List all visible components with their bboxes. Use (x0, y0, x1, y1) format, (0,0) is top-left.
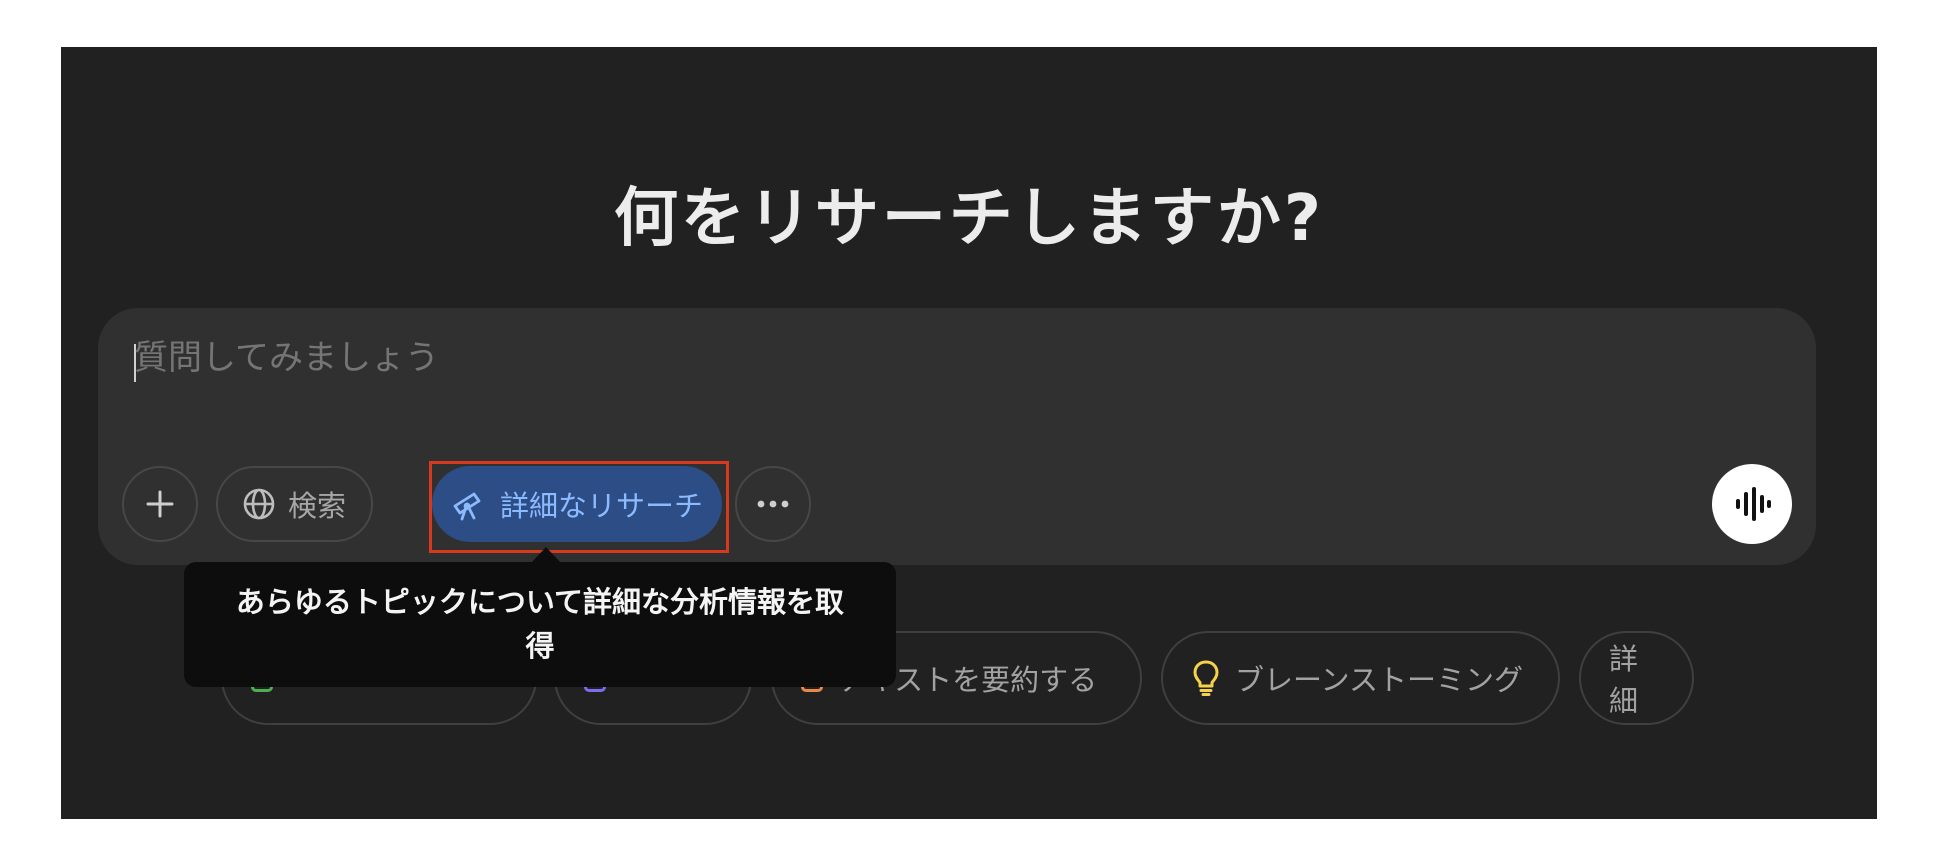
suggestion-chip-more[interactable]: 詳細 (1579, 631, 1694, 725)
globe-icon (243, 488, 275, 520)
suggestion-chip-brainstorm[interactable]: ブレーンストーミング (1161, 631, 1560, 725)
deep-research-button[interactable]: 詳細なリサーチ (432, 466, 722, 542)
deep-research-label: 詳細なリサーチ (500, 489, 704, 523)
lightbulb-icon (1193, 660, 1219, 696)
app-window: 何をリサーチしますか? 検索 詳細 (61, 47, 1877, 819)
ellipsis-icon (757, 500, 789, 508)
more-suggestions-label: 詳細 (1609, 642, 1639, 718)
add-button[interactable] (122, 466, 198, 542)
more-tools-button[interactable] (735, 466, 811, 542)
page-title: 何をリサーチしますか? (613, 182, 1325, 256)
prompt-input[interactable] (134, 338, 1634, 378)
composer: 検索 詳細なリサーチ (98, 308, 1816, 565)
search-button-label: 検索 (288, 489, 347, 523)
tooltip-line-2: 得 (525, 629, 555, 663)
tooltip-line-1: あらゆるトピックについて詳細な分析情報を取 (235, 585, 845, 619)
voice-mode-button[interactable] (1712, 464, 1792, 544)
brainstorm-label: ブレーンストーミング (1235, 663, 1523, 697)
search-button[interactable]: 検索 (216, 466, 373, 542)
telescope-icon (453, 492, 481, 521)
research-tooltip: あらゆるトピックについて詳細な分析情報を取 得 (184, 562, 896, 687)
plus-icon (146, 490, 174, 518)
voice-waveform-icon (1736, 487, 1771, 521)
tooltip-arrow (531, 547, 561, 563)
